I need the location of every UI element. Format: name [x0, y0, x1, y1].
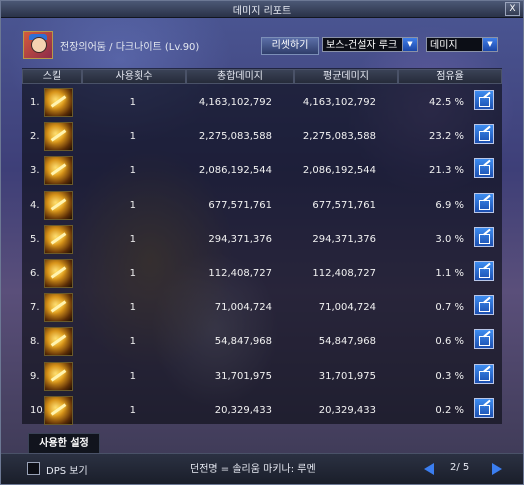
window-frame — [0, 0, 524, 485]
